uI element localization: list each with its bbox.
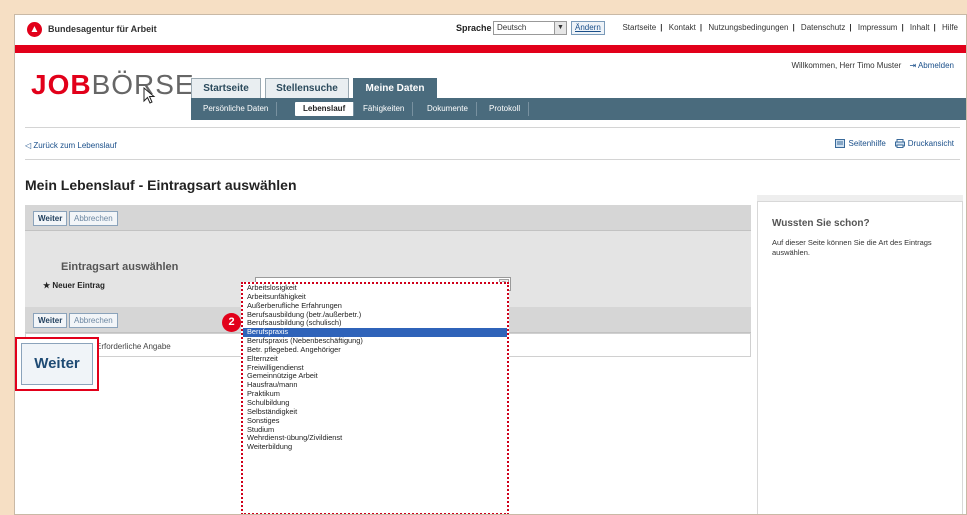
option-item[interactable]: Praktikum [243,390,507,399]
cancel-button-bottom[interactable]: Abbrechen [69,313,118,328]
page-help-link[interactable]: Seitenhilfe [835,139,888,149]
callout-badge: 2 [222,313,241,332]
print-view-link[interactable]: Druckansicht [894,139,954,149]
back-link-label: Zurück zum Lebenslauf [33,141,117,150]
cancel-button-top[interactable]: Abbrechen [69,211,118,226]
browser-page: ▲ Bundesagentur für Arbeit Sprache Deuts… [14,14,967,515]
subnav-persoenliche-daten[interactable]: Persönliche Daten [195,102,278,116]
link-impressum[interactable]: Impressum [858,23,898,32]
link-startseite[interactable]: Startseite [622,23,656,32]
language-label: Sprache [456,23,492,33]
required-marker: ★ [43,281,51,290]
highlight-frame: Weiter [15,337,99,391]
divider [25,127,960,128]
tab-stellensuche[interactable]: Stellensuche [265,78,349,98]
subnav-protokoll[interactable]: Protokoll [481,102,530,116]
agency-name: Bundesagentur für Arbeit [48,24,157,34]
option-item[interactable]: Weiterbildung [243,443,507,452]
logout-label: Abmelden [917,61,954,70]
link-nutzungsbedingungen[interactable]: Nutzungsbedingungen [708,23,788,32]
option-item[interactable]: Freiwilligendienst [243,364,507,373]
help-links: Seitenhilfe Druckansicht [835,139,954,149]
option-item[interactable]: Berufsausbildung (betr./außerbetr.) [243,311,507,320]
option-item[interactable]: Berufspraxis (Nebenbeschäftigung) [243,337,507,346]
top-links: Startseite | Kontakt | Nutzungsbedingungen… [622,23,958,32]
option-item[interactable]: Schulbildung [243,399,507,408]
page-help-label: Seitenhilfe [848,139,886,148]
next-button-top[interactable]: Weiter [33,211,68,226]
divider [25,159,960,160]
help-page-icon [835,139,846,149]
option-item[interactable]: Arbeitsunfähigkeit [243,293,507,302]
field-label: ★ Neuer Eintrag [43,281,105,290]
option-item[interactable]: Arbeitslosigkeit [243,284,507,293]
chevron-down-icon: ▼ [554,22,566,34]
option-item[interactable]: Elternzeit [243,355,507,364]
back-link[interactable]: ◁ Zurück zum Lebenslauf [25,141,117,150]
field-label-text: Neuer Eintrag [52,281,105,290]
brand-red-line [15,45,966,53]
subnav-lebenslauf[interactable]: Lebenslauf [295,102,355,116]
print-view-label: Druckansicht [907,139,954,148]
top-bar: ▲ Bundesagentur für Arbeit Sprache Deuts… [15,15,966,45]
option-item[interactable]: Berufsausbildung (schulisch) [243,319,507,328]
info-sidebar: Wussten Sie schon? Auf dieser Seite könn… [757,201,963,514]
logout-link[interactable]: ⇥ Abmelden [909,61,954,70]
logo-part-job: JOB [31,69,92,100]
welcome-text: Willkommen, Herr Timo Muster [791,61,902,70]
option-item[interactable]: Außerberufliche Erfahrungen [243,302,507,311]
agency-logo-icon: ▲ [27,22,42,37]
option-item[interactable]: Wehrdienst-übung/Zivildienst [243,434,507,443]
option-item[interactable]: Hausfrau/mann [243,381,507,390]
option-item-selected[interactable]: Berufspraxis [243,328,507,338]
link-hilfe[interactable]: Hilfe [942,23,958,32]
language-change-button[interactable]: Ändern [571,21,605,35]
required-note: Erforderliche Angabe [96,342,171,351]
arrow-left-icon: ◁ [25,141,32,150]
option-item[interactable]: Gemeinnützige Arbeit [243,372,507,381]
language-value: Deutsch [497,23,527,32]
option-item[interactable]: Selbständigkeit [243,408,507,417]
link-kontakt[interactable]: Kontakt [669,23,696,32]
language-select[interactable]: Deutsch ▼ [493,21,567,35]
jobboerse-logo[interactable]: JOBBÖRSE [31,69,195,101]
mouse-cursor-icon [143,87,156,104]
page-title: Mein Lebenslauf - Eintragsart auswählen [25,177,297,193]
next-button-bottom[interactable]: Weiter [33,313,68,328]
sidebar-text: Auf dieser Seite können Sie die Art des … [772,238,932,257]
next-button-enlarged[interactable]: Weiter [21,343,93,385]
option-item[interactable]: Betr. pflegebed. Angehöriger [243,346,507,355]
top-button-bar: Weiter Abbrechen [25,205,751,231]
sub-navigation: Persönliche Daten Lebenslauf Fähigkeiten… [191,98,966,120]
logout-icon: ⇥ [909,61,917,70]
sidebar-title: Wussten Sie schon? [772,218,870,229]
subnav-dokumente[interactable]: Dokumente [419,102,477,116]
link-inhalt[interactable]: Inhalt [910,23,930,32]
tab-meine-daten[interactable]: Meine Daten [353,78,437,98]
section-title: Eintragsart auswählen [61,261,179,273]
tab-startseite[interactable]: Startseite [191,78,261,98]
option-item[interactable]: Studium [243,426,507,435]
welcome-area: Willkommen, Herr Timo Muster ⇥ Abmelden [791,61,954,70]
subnav-faehigkeiten[interactable]: Fähigkeiten [355,102,414,116]
printer-icon [894,139,905,149]
entry-type-options: Arbeitslosigkeit Arbeitsunfähigkeit Auße… [241,282,509,514]
option-item[interactable]: Sonstiges [243,417,507,426]
link-datenschutz[interactable]: Datenschutz [801,23,845,32]
